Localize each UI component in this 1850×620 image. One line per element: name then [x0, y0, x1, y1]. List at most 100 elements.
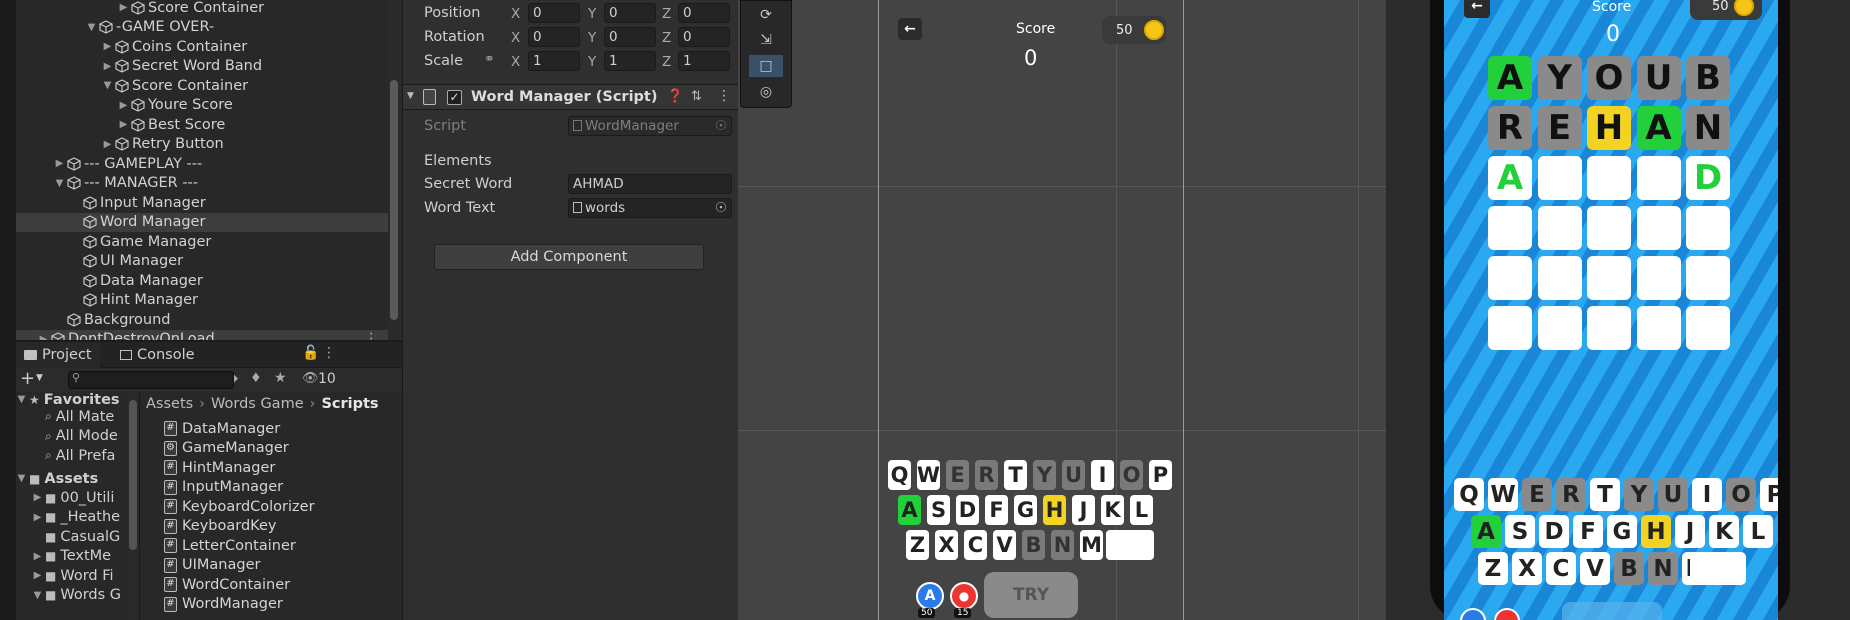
hierarchy-item[interactable]: ▶ Secret Word Band	[16, 57, 396, 76]
hierarchy-scroll-thumb[interactable]	[390, 80, 398, 320]
hidden-packages-icon[interactable]: 👁	[302, 371, 319, 386]
folder-tree-item[interactable]: ▶ ■ Word Fi	[16, 566, 114, 585]
folder-tree-item[interactable]: ▼ ■ Assets	[16, 469, 99, 488]
chevron-right-icon[interactable]: ▶	[118, 119, 129, 130]
hierarchy-item[interactable]: ▶ --- GAMEPLAY ---	[16, 154, 396, 173]
key-v[interactable]: V	[993, 530, 1016, 560]
add-component-button[interactable]: Add Component	[434, 244, 704, 270]
word-text-object-field[interactable]: words ☉	[568, 198, 732, 218]
key-e[interactable]: E	[1522, 478, 1552, 511]
chevron-right-icon[interactable]: ▶	[32, 492, 43, 503]
key-m[interactable]: M	[1080, 530, 1103, 560]
chevron-right-icon[interactable]: ▶	[32, 551, 43, 562]
hierarchy-item[interactable]: ▶ DontDestroyOnLoad ⋮	[16, 329, 396, 341]
key-d[interactable]: D	[1539, 515, 1569, 548]
label-filter-icon[interactable]: ♦	[250, 371, 262, 386]
chevron-right-icon[interactable]: ▶	[102, 61, 113, 72]
scale-z-field[interactable]: 1	[678, 51, 730, 71]
chevron-right-icon[interactable]: ▶	[32, 570, 43, 581]
folder-tree-item[interactable]: ▶ ■ 00_Utili	[16, 488, 115, 507]
scale-tool-icon[interactable]: ⇲	[749, 29, 783, 51]
breadcrumb-scripts[interactable]: Scripts	[321, 396, 378, 412]
script-file-item[interactable]: ⚙ GameManager	[164, 439, 289, 458]
script-file-item[interactable]: # InputManager	[164, 478, 283, 497]
key-d[interactable]: D	[956, 495, 979, 525]
folder-tree-item[interactable]: ⌕ All Prefa	[16, 446, 115, 465]
script-file-item[interactable]: # DataManager	[164, 419, 280, 438]
key-c[interactable]: C	[964, 530, 987, 560]
key-y[interactable]: Y	[1624, 478, 1654, 511]
key-n[interactable]: N	[1648, 552, 1678, 585]
hierarchy-item[interactable]: Background	[16, 310, 396, 329]
key-r[interactable]: R	[975, 460, 998, 490]
chevron-right-icon[interactable]: ▶	[38, 334, 49, 341]
key-o[interactable]: O	[1120, 460, 1143, 490]
try-button[interactable]: TRY	[984, 572, 1078, 618]
script-file-item[interactable]: # WordManager	[164, 595, 283, 614]
position-y-field[interactable]: 0	[604, 3, 656, 23]
hierarchy-item[interactable]: ▶ Score Container	[16, 0, 396, 17]
hierarchy-item[interactable]: Input Manager	[16, 193, 396, 212]
key-y[interactable]: Y	[1033, 460, 1056, 490]
key-a[interactable]: A	[1471, 515, 1501, 548]
key-h[interactable]: H	[1043, 495, 1066, 525]
chevron-right-icon[interactable]: ▶	[118, 2, 129, 13]
hierarchy-item[interactable]: ▼ -GAME OVER-	[16, 18, 396, 37]
chevron-down-icon[interactable]: ▼	[16, 473, 27, 484]
chevron-right-icon[interactable]: ▶	[118, 100, 129, 111]
hierarchy-item[interactable]: ▶ Best Score	[16, 115, 396, 134]
chevron-down-icon[interactable]: ▼	[32, 590, 43, 601]
key-l[interactable]: L	[1743, 515, 1773, 548]
key-u[interactable]: U	[1658, 478, 1688, 511]
key-k[interactable]: K	[1709, 515, 1739, 548]
key-s[interactable]: S	[927, 495, 950, 525]
chevron-down-icon[interactable]: ▼	[36, 373, 43, 383]
kebab-menu-icon[interactable]: ⋮	[717, 88, 731, 104]
breadcrumb-assets[interactable]: Assets	[146, 396, 193, 412]
key-f[interactable]: F	[1573, 515, 1603, 548]
script-file-item[interactable]: # KeyboardColorizer	[164, 497, 315, 516]
chevron-right-icon[interactable]: ▶	[32, 512, 43, 523]
project-folder-tree[interactable]: ▼ ★ Favorites ⌕ All Mate ⌕ All Mode ⌕ All Prefa ▼…	[16, 392, 140, 620]
key-j[interactable]: J	[1072, 495, 1095, 525]
script-file-item[interactable]: # KeyboardKey	[164, 517, 276, 536]
tab-project[interactable]: Project	[16, 342, 100, 368]
word-manager-component-header[interactable]: ▼ ✓ Word Manager (Script) ❓ ⇅ ⋮	[403, 84, 738, 110]
try-button[interactable]	[1562, 602, 1662, 620]
hierarchy-item[interactable]: ▶ Youre Score	[16, 96, 396, 115]
folder-tree-item[interactable]: ▼ ■ Words G	[16, 586, 121, 605]
key-g[interactable]: G	[1014, 495, 1037, 525]
key-t[interactable]: T	[1590, 478, 1620, 511]
key-q[interactable]: Q	[1454, 478, 1484, 511]
position-x-field[interactable]: 0	[528, 3, 580, 23]
key-l[interactable]: L	[1130, 495, 1153, 525]
key-i[interactable]: I	[1692, 478, 1722, 511]
lock-icon[interactable]: 🔓	[302, 345, 319, 361]
chevron-down-icon[interactable]: ▼	[407, 91, 414, 101]
folder-tree-item[interactable]: ▶ ■ _Heathe	[16, 508, 120, 527]
key-x[interactable]: X	[1512, 552, 1542, 585]
rotation-y-field[interactable]: 0	[604, 27, 656, 47]
constrain-proportions-icon[interactable]: ⚭	[484, 52, 495, 67]
key-c[interactable]: C	[1546, 552, 1576, 585]
key-n[interactable]: N	[1051, 530, 1074, 560]
key-w[interactable]: W	[917, 460, 940, 490]
favorite-star-icon[interactable]: ★	[274, 370, 287, 386]
key-t[interactable]: T	[1004, 460, 1027, 490]
scene-view[interactable]	[738, 0, 1386, 620]
hierarchy-item[interactable]: ▶ Coins Container	[16, 37, 396, 56]
scale-y-field[interactable]: 1	[604, 51, 656, 71]
key-r[interactable]: R	[1556, 478, 1586, 511]
folder-tree-item[interactable]: ⌕ All Mode	[16, 427, 118, 446]
component-enabled-checkbox[interactable]: ✓	[447, 90, 462, 105]
kebab-menu-icon[interactable]: ⋮	[322, 345, 336, 361]
hierarchy-item[interactable]: Game Manager	[16, 232, 396, 251]
rotation-z-field[interactable]: 0	[678, 27, 730, 47]
key-u[interactable]: U	[1062, 460, 1085, 490]
hierarchy-item[interactable]: Word Manager	[16, 212, 396, 232]
key-s[interactable]: S	[1505, 515, 1535, 548]
folder-tree-scroll-thumb[interactable]	[129, 400, 137, 550]
chevron-down-icon[interactable]: ▼	[102, 80, 113, 91]
chevron-right-icon[interactable]: ▶	[102, 139, 113, 150]
key-v[interactable]: V	[1580, 552, 1610, 585]
